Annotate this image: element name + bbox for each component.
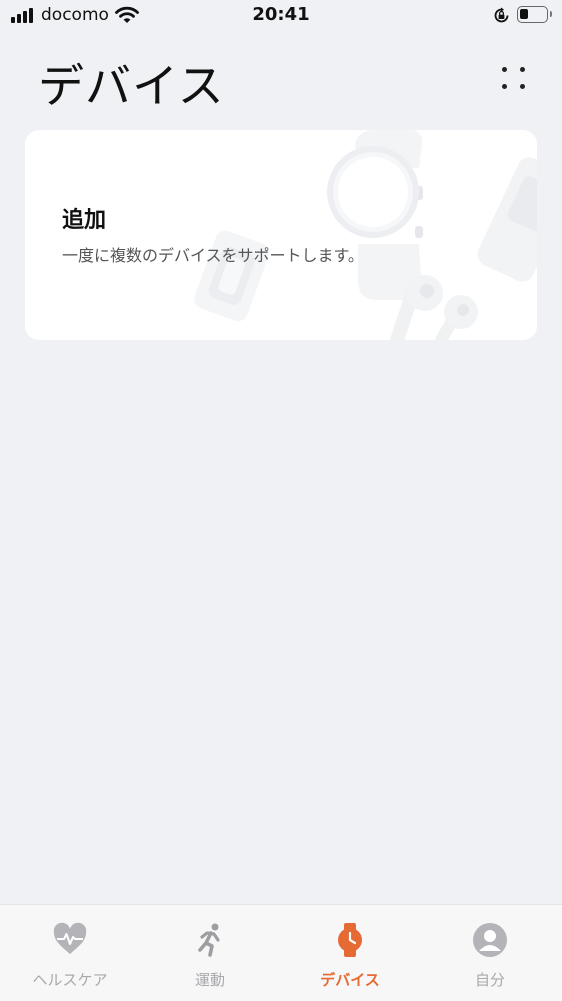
tab-devices[interactable]: デバイス (280, 905, 420, 1001)
add-device-card[interactable]: 追加 一度に複数のデバイスをサポートします。 (25, 130, 537, 340)
tab-healthcare[interactable]: ヘルスケア (0, 905, 140, 1001)
smartwatch-icon (327, 130, 423, 300)
add-device-description: 一度に複数のデバイスをサポートします。 (62, 246, 364, 265)
battery-level (520, 9, 528, 19)
dot-icon (520, 84, 525, 89)
tab-label: 運動 (194, 971, 225, 989)
tab-exercise[interactable]: 運動 (140, 905, 280, 1001)
bottom-tab-bar: ヘルスケア 運動 デバイス 自分 (0, 904, 562, 1001)
tab-label: ヘルスケア (32, 971, 108, 989)
phone-icon (477, 157, 537, 282)
page-title: デバイス (38, 59, 225, 113)
heart-pulse-icon (53, 922, 87, 954)
dot-icon (520, 67, 525, 72)
add-device-title: 追加 (62, 208, 107, 233)
battery-icon (517, 6, 548, 23)
status-time: 20:41 (252, 4, 310, 25)
tab-label: 自分 (474, 971, 505, 989)
earbuds-icon (390, 275, 478, 340)
tab-me[interactable]: 自分 (420, 905, 560, 1001)
tab-label: デバイス (320, 971, 380, 989)
dot-icon (502, 67, 507, 72)
more-options-button[interactable] (494, 60, 534, 100)
orientation-lock-icon (494, 7, 509, 23)
person-avatar-icon (473, 923, 507, 957)
running-person-icon (198, 923, 220, 957)
status-bar: docomo 20:41 (0, 0, 562, 32)
device-illustration (194, 130, 537, 340)
dot-icon (502, 84, 507, 89)
watch-icon (338, 923, 362, 957)
